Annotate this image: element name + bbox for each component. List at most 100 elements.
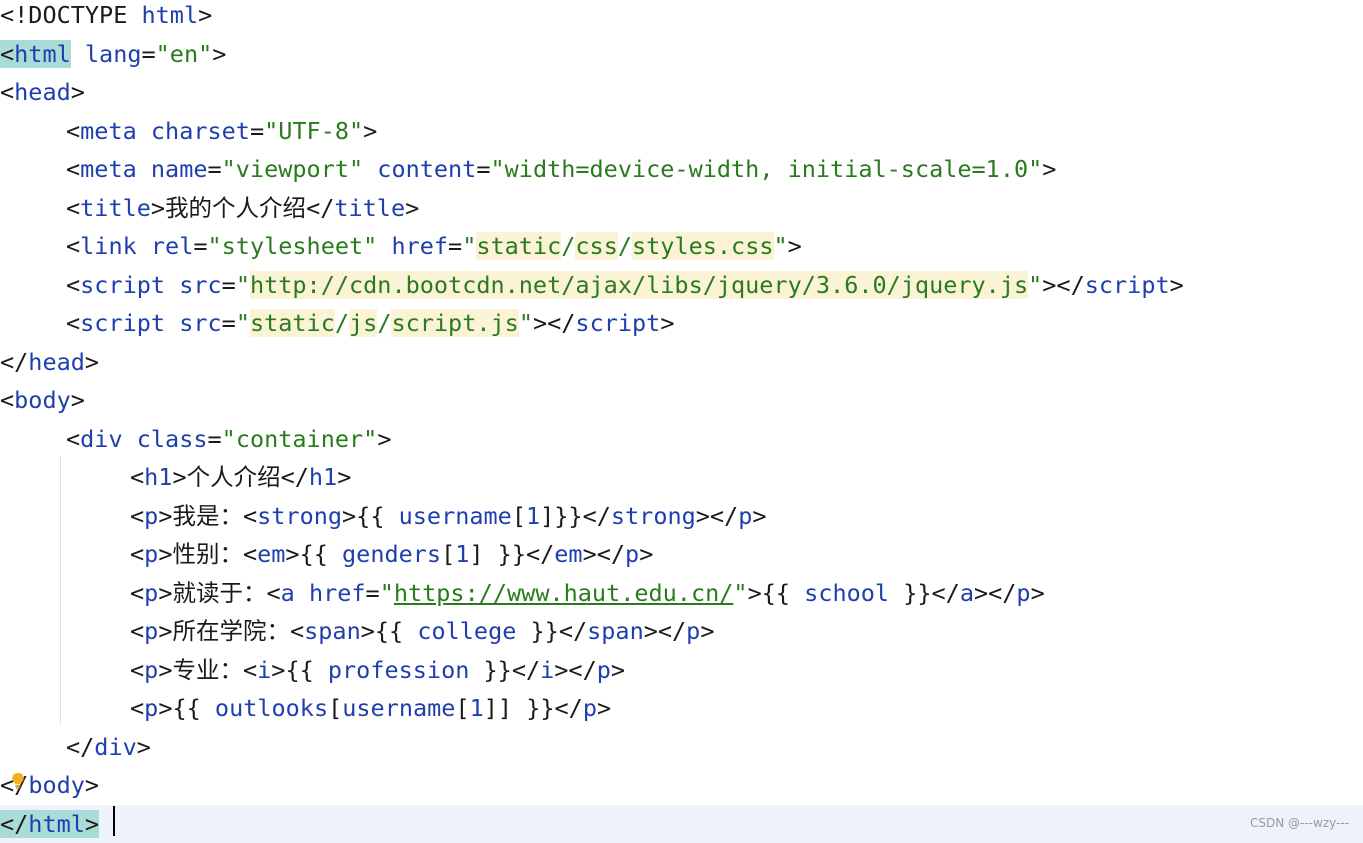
punct: }} (516, 617, 559, 645)
punct: > (596, 694, 612, 722)
punct: > (285, 540, 300, 568)
template-var: profession (327, 655, 470, 684)
punct (165, 271, 179, 299)
punct (377, 232, 391, 260)
punct: {{ (761, 578, 805, 607)
template-var: genders (342, 540, 442, 568)
punct: < (130, 694, 145, 722)
punct: {{ (299, 540, 343, 568)
punct: ] }} (469, 540, 526, 568)
punct: }} (469, 655, 512, 684)
punct (165, 309, 179, 337)
watermark: CSDN @---wzy--- (1249, 816, 1349, 830)
tag-name: p (686, 617, 701, 645)
tag-name: p (596, 655, 611, 684)
attr-value: " (1028, 270, 1043, 299)
attr-value: script.js (391, 309, 519, 337)
attr-value: styles.css (632, 232, 774, 260)
punct: > (158, 694, 173, 722)
tag-name: span (587, 617, 644, 645)
template-var: 1 (469, 694, 484, 722)
tag-name: p (144, 540, 159, 568)
text: 我是： (172, 501, 243, 530)
punct: < (130, 578, 145, 607)
punct: < (66, 270, 81, 299)
tag-name: p (144, 655, 159, 684)
attr-value: / (334, 309, 350, 337)
attr-name: class (136, 424, 208, 453)
attr-value: "viewport" (221, 155, 364, 183)
text-caret (113, 806, 115, 836)
punct: < (66, 116, 81, 145)
attr-value: " (773, 232, 788, 260)
attr-value: static (249, 309, 335, 337)
code-editor[interactable]: <!DOCTYPE html> <html lang="en"> <head> <me… (0, 0, 1363, 843)
tag-name: body (14, 386, 71, 414)
template-var: outlooks (214, 694, 329, 722)
template-var: username (398, 501, 512, 530)
punct: </ (306, 193, 335, 222)
punct: ></ (695, 501, 739, 530)
tag-name: p (582, 694, 597, 722)
attr-value: "width=device-width, initial-scale=1.0" (490, 155, 1043, 183)
punct: > (1030, 578, 1045, 607)
template-var: college (417, 617, 517, 645)
punct: > (747, 578, 762, 607)
punct: < (66, 424, 81, 453)
punct: = (193, 232, 208, 260)
tag-name: title (334, 193, 406, 222)
punct: = (207, 155, 222, 183)
punct: ></ (973, 578, 1017, 607)
punct: < (130, 540, 145, 568)
punct (137, 117, 151, 145)
punct: ]] }} (483, 694, 555, 722)
punct: > (1169, 270, 1184, 299)
punct: > (787, 232, 802, 260)
current-code-line[interactable]: </html> (0, 804, 1363, 843)
punct: = (221, 270, 236, 299)
punct: < (130, 655, 145, 684)
attr-value: static (476, 232, 562, 260)
lightbulb-icon[interactable] (11, 772, 25, 789)
attr-name: charset (150, 116, 250, 145)
punct: ></ (582, 540, 626, 568)
template-var: 1 (455, 540, 470, 568)
attr-value: js (349, 309, 378, 337)
punct: > (158, 501, 173, 530)
tag-name: div (80, 424, 123, 453)
punct: = (476, 155, 491, 183)
punct: < (0, 39, 15, 68)
tag-name: a (280, 578, 295, 607)
tag-name: head (28, 347, 85, 376)
punct: < (66, 232, 81, 260)
attr-value: " (235, 309, 250, 337)
tag-name: title (80, 193, 151, 222)
punct: < (130, 617, 145, 645)
tag-name: em (257, 540, 286, 568)
punct: > (198, 1, 213, 29)
attr-value: "UTF-8" (264, 116, 364, 145)
punct: > (271, 655, 286, 684)
punct: ></ (643, 617, 687, 645)
tag-name: div (94, 732, 137, 761)
punct: </ (0, 347, 29, 376)
punct: {{ (285, 655, 328, 684)
punct: < (66, 155, 81, 183)
punct: > (136, 732, 151, 761)
tag-name: h1 (144, 463, 173, 491)
punct: [ (328, 694, 343, 722)
attr-value: "stylesheet" (207, 232, 378, 260)
punct: = (221, 309, 236, 337)
punct: < (242, 540, 258, 568)
text: 专业： (172, 655, 243, 684)
tag-name: html (28, 809, 85, 838)
punct: > (752, 501, 767, 530)
attr-value: / (377, 309, 392, 337)
tag-name: script (575, 309, 661, 337)
tag-name: meta (80, 155, 137, 183)
punct: > (84, 809, 100, 838)
punct: < (130, 501, 145, 530)
tag-name: script (1084, 270, 1170, 299)
punct: > (342, 501, 357, 530)
tag-name: p (625, 540, 640, 568)
